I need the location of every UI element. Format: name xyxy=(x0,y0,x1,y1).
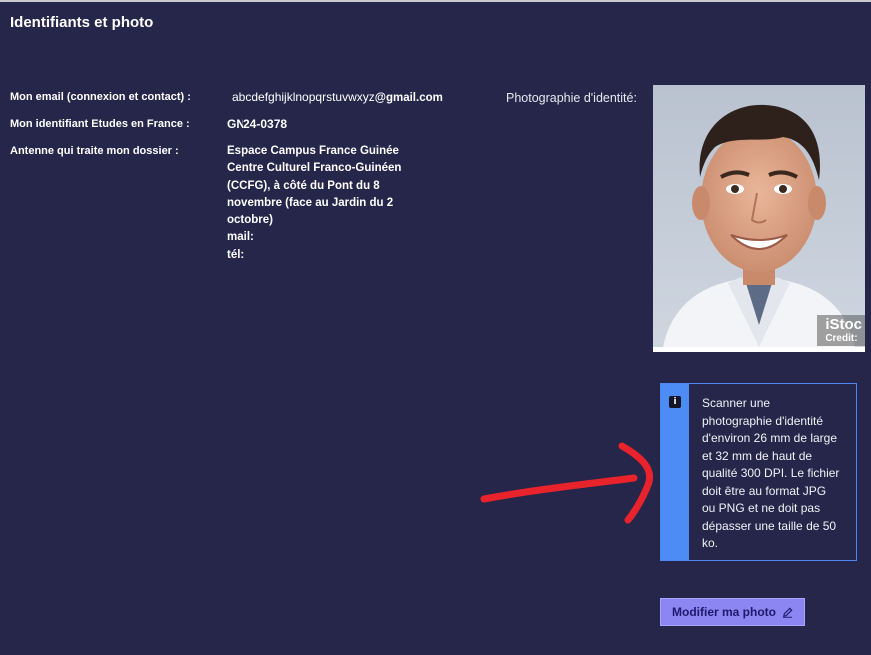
antenna-label: Antenne qui traite mon dossier : xyxy=(10,145,179,157)
edit-photo-button[interactable]: Modifier ma photo xyxy=(660,598,805,626)
info-icon: i xyxy=(669,396,681,408)
identifier-value: GN24-0378 xyxy=(227,117,287,131)
antenna-value: Espace Campus France Guinée Centre Cultu… xyxy=(227,143,417,264)
email-domain: @gmail.com xyxy=(374,92,443,104)
section-title: Identifiants et photo xyxy=(10,14,154,31)
photo-requirements-notice: i Scanner une photographie d'identité d'… xyxy=(660,383,857,561)
antenna-line: octobre) xyxy=(227,214,273,227)
notice-text: Scanner une photographie d'identité d'en… xyxy=(702,396,840,550)
red-arrow-annotation xyxy=(480,442,653,524)
photo-label: Photographie d'identité: xyxy=(506,91,637,105)
top-border xyxy=(0,0,871,2)
antenna-line: Espace Campus France Guinée xyxy=(227,145,399,157)
antenna-line: Centre Culturel Franco-Guinéen xyxy=(227,162,402,175)
antenna-mail: mail: xyxy=(227,231,254,244)
portrait-image xyxy=(653,85,865,347)
email-value: abcdefghijklnopqrstuvwxyz@gmail.com xyxy=(232,90,443,104)
identity-photo: iStoc Credit: xyxy=(653,85,865,352)
edit-photo-label: Modifier ma photo xyxy=(672,605,776,619)
email-label: Mon email (connexion et contact) : xyxy=(10,91,191,103)
antenna-line: (CCFG), à côté du Pont du 8 xyxy=(227,179,380,192)
watermark-brand: iStoc xyxy=(825,316,862,333)
identifier-number: 24-0378 xyxy=(243,117,288,131)
pencil-icon xyxy=(782,607,793,618)
identifier-prefix: GN xyxy=(227,117,243,131)
notice-accent-bar xyxy=(661,384,689,560)
watermark-credit: Credit: xyxy=(825,333,858,344)
identifier-label: Mon identifiant Etudes en France : xyxy=(10,118,190,130)
antenna-phone: tél: xyxy=(227,248,245,261)
email-user: abcdefghijklnopqrstuvwxyz xyxy=(232,90,375,104)
watermark: iStoc Credit: xyxy=(817,315,865,346)
antenna-line: novembre (face au Jardin du 2 xyxy=(227,196,394,209)
